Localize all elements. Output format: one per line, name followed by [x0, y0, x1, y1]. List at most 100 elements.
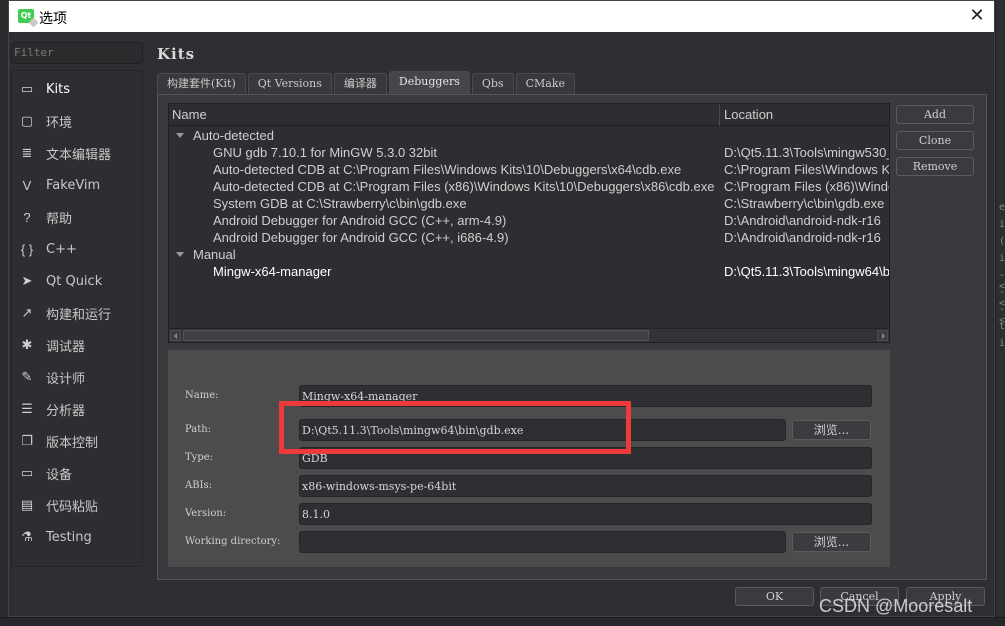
page-title: Kits — [157, 45, 196, 63]
version-field — [299, 503, 872, 525]
debuggers-tree[interactable]: Name Location Auto-detected GNU gdb 7.10.… — [168, 103, 890, 343]
type-value — [302, 448, 869, 468]
debugger-row[interactable]: System GDB at C:\Strawberry\c\bin\gdb.ex… — [169, 196, 889, 213]
scrollbar-thumb[interactable] — [183, 330, 649, 341]
type-label: Type: — [185, 452, 214, 463]
close-icon[interactable]: ✕ — [966, 5, 988, 27]
sidebar-item[interactable]: ✎ 设计师 — [12, 361, 142, 393]
column-divider[interactable] — [719, 104, 720, 126]
sidebar-item[interactable]: ? 帮助 — [12, 201, 142, 233]
tab-compilers[interactable]: 编译器 — [333, 73, 387, 94]
sidebar-item[interactable]: ✱ 调试器 — [12, 329, 142, 361]
sidebar-item-kits[interactable]: ▭ Kits — [12, 73, 142, 105]
debugger-row[interactable]: Android Debugger for Android GCC (C++, a… — [169, 213, 889, 230]
sidebar-item-label: 帮助 — [46, 211, 73, 227]
monitor-icon: ▢ — [20, 113, 34, 128]
debugger-location: D:\Android\android-ndk-r16 — [724, 213, 881, 228]
debugger-name: Mingw-x64-manager — [213, 264, 332, 279]
tab-qbs[interactable]: Qbs — [471, 73, 514, 94]
scroll-right-icon[interactable] — [877, 330, 888, 341]
filter-input[interactable] — [14, 46, 140, 59]
sidebar-item-label: Kits — [46, 81, 71, 97]
expand-arrow-icon[interactable] — [176, 133, 184, 138]
type-field — [299, 447, 872, 469]
debugger-row[interactable]: Auto-detected CDB at C:\Program Files (x… — [169, 179, 889, 196]
sidebar-item[interactable]: ≣ 文本编辑器 — [12, 137, 142, 169]
tab-kit[interactable]: 构建套件(Kit) — [157, 73, 246, 94]
column-header-location[interactable]: Location — [724, 107, 773, 122]
kits-icon: ▭ — [20, 81, 34, 96]
tree-group-row[interactable]: Manual — [169, 247, 889, 264]
tab-cmake[interactable]: CMake — [515, 73, 575, 94]
hammer-icon: ↗ — [21, 305, 33, 320]
name-label: Name: — [185, 390, 219, 401]
clone-button[interactable]: Clone — [896, 131, 974, 150]
version-control-icon: ❐ — [21, 433, 33, 448]
debugger-row[interactable]: GNU gdb 7.10.1 for MinGW 5.3.0 32bit D:\Q… — [169, 145, 889, 162]
debugger-row[interactable]: Mingw-x64-manager D:\Qt5.11.3\Tools\mingw… — [169, 264, 889, 281]
text-editor-icon: ≣ — [21, 145, 33, 160]
working-directory-field[interactable] — [299, 531, 786, 553]
sidebar-item-c[interactable]: { } C++ — [12, 233, 142, 265]
watermark-text: CSDN @Mooresalt — [819, 596, 973, 616]
sidebar-item[interactable]: ▭ 设备 — [12, 457, 142, 489]
filter-field[interactable] — [11, 42, 143, 64]
background-code-fragment: (C — [999, 236, 1005, 247]
working-directory-input[interactable] — [302, 532, 783, 552]
debugger-name: Auto-detected CDB at C:\Program Files (x… — [213, 179, 715, 194]
sidebar-item-label: 环境 — [46, 115, 73, 131]
tab-debuggers[interactable]: Debuggers — [388, 71, 470, 94]
expand-arrow-icon[interactable] — [176, 252, 184, 257]
debugger-row[interactable]: Android Debugger for Android GCC (C++, i… — [169, 230, 889, 247]
version-value — [302, 504, 869, 524]
abis-value — [302, 476, 869, 496]
browse-path-button[interactable]: 浏览... — [792, 420, 871, 440]
scroll-left-icon[interactable] — [170, 330, 181, 341]
horizontal-scrollbar[interactable] — [169, 328, 889, 342]
path-input[interactable] — [302, 420, 783, 440]
background-code-fragment: i — [999, 253, 1005, 264]
clipboard-icon: ▤ — [20, 497, 34, 512]
fakevim-icon: V — [22, 177, 32, 193]
name-field[interactable] — [299, 385, 872, 407]
name-input[interactable] — [302, 386, 869, 406]
sidebar-item-label: FakeVim — [46, 177, 101, 193]
tree-group-row[interactable]: Auto-detected — [169, 128, 889, 145]
flask-icon: ⚗ — [21, 529, 33, 544]
analyzer-icon: ☰ — [21, 401, 33, 416]
add-button[interactable]: Add — [896, 105, 974, 124]
sidebar-item[interactable]: ▢ 环境 — [12, 105, 142, 137]
debugger-location: C:\Program Files\Windows Kits\10\Debugge… — [724, 162, 889, 177]
debugger-name: Android Debugger for Android GCC (C++, a… — [213, 213, 507, 228]
sidebar-item-fakevim[interactable]: V FakeVim — [12, 169, 142, 201]
sidebar-item-qt-quick[interactable]: ➤ Qt Quick — [12, 265, 142, 297]
sidebar-item-label: 构建和运行 — [46, 307, 112, 323]
sidebar-item[interactable]: ▤ 代码粘贴 — [12, 489, 142, 521]
debugger-row[interactable]: Auto-detected CDB at C:\Program Files\Wi… — [169, 162, 889, 179]
options-category-list: ▭ Kits ▢ 环境 ≣ 文本编辑器 V FakeVim? 帮助 { } C++ ➤ Qt Quick… — [11, 70, 143, 567]
sidebar-item-label: 设备 — [46, 467, 73, 483]
bug-icon: ✱ — [21, 337, 33, 352]
browse-workdir-button[interactable]: 浏览... — [792, 532, 871, 552]
tab-qt-versions[interactable]: Qt Versions — [247, 73, 332, 94]
device-icon: ▭ — [20, 465, 34, 480]
sidebar-item-label: 设计师 — [46, 371, 86, 387]
sidebar-item[interactable]: ❐ 版本控制 — [12, 425, 142, 457]
sidebar-item[interactable]: ↗ 构建和运行 — [12, 297, 142, 329]
qt-creator-app-icon: Qt — [18, 9, 34, 23]
pencil-icon: ✎ — [21, 369, 33, 384]
debugger-location: C:\Strawberry\c\bin\gdb.exe — [724, 196, 885, 211]
sidebar-item-testing[interactable]: ⚗ Testing — [12, 521, 142, 553]
remove-button[interactable]: Remove — [896, 157, 974, 176]
debugger-name: System GDB at C:\Strawberry\c\bin\gdb.ex… — [213, 196, 467, 211]
window-title: 选项 — [39, 11, 67, 27]
help-icon: ? — [23, 209, 31, 225]
ok-button[interactable]: OK — [735, 587, 814, 606]
sidebar-item[interactable]: ☰ 分析器 — [12, 393, 142, 425]
debugger-location: D:\Qt5.11.3\Tools\mingw64\bin\gdb.exe — [724, 264, 889, 279]
debugger-name: GNU gdb 7.10.1 for MinGW 5.3.0 32bit — [213, 145, 437, 160]
debugger-name: Auto-detected CDB at C:\Program Files\Wi… — [213, 162, 682, 177]
qt-quick-icon: ➤ — [21, 273, 33, 288]
column-header-name[interactable]: Name — [172, 107, 207, 122]
path-field[interactable] — [299, 419, 786, 441]
